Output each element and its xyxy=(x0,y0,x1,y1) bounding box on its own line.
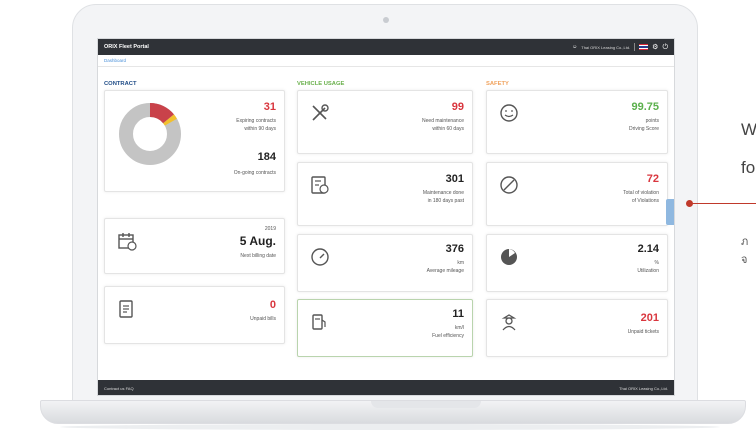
next-billing-date: 5 Aug. xyxy=(239,234,276,248)
top-bar: ORIX Fleet Portal ☺ Thai ORIX Leasing Co… xyxy=(98,39,674,55)
topbar-actions: ☺ Thai ORIX Leasing Co.,Ltd. ⚙ ⏻ xyxy=(572,43,668,51)
ongoing-contracts-label: On-going contracts xyxy=(233,170,276,176)
promo-text-3: ภ xyxy=(741,236,749,248)
unpaid-tickets-card[interactable]: 201 Unpaid tickets xyxy=(486,299,668,357)
callout-line xyxy=(690,203,756,204)
violations-label: Total of violation of Violations xyxy=(623,190,659,204)
prohibited-icon xyxy=(500,176,518,194)
driving-score-value: 99.75 xyxy=(631,101,659,113)
fuel-efficiency-card[interactable]: 11 km/l Fuel efficiency xyxy=(297,299,473,357)
next-billing-label: Next billing date xyxy=(240,253,276,259)
maintenance-needed-card[interactable]: 99 Need maintenance within 60 days xyxy=(297,90,473,154)
breadcrumb[interactable]: Dashboard xyxy=(98,55,674,67)
wrench-screwdriver-icon xyxy=(312,104,329,121)
expiring-contracts-value: 31 xyxy=(263,101,276,113)
contract-donut-chart xyxy=(119,103,181,165)
utilization-card[interactable]: 2.14 % Utilization xyxy=(486,234,668,292)
violations-card[interactable]: 72 Total of violation of Violations xyxy=(486,162,668,226)
promo-text-2: fo xyxy=(741,158,756,177)
footer: Contract us FAQ Thai ORIX Leasing Co.,Lt… xyxy=(98,380,674,395)
language-flag-icon[interactable] xyxy=(639,44,649,50)
unpaid-tickets-label: Unpaid tickets xyxy=(627,329,659,335)
section-contract: CONTRACT xyxy=(104,81,137,87)
unpaid-tickets-value: 201 xyxy=(640,312,659,324)
footer-links[interactable]: Contract us FAQ xyxy=(104,386,134,391)
maintenance-needed-label: Need maintenance within 60 days xyxy=(422,118,464,132)
billing-year: 2019 xyxy=(264,226,276,232)
driving-score-card[interactable]: 99.75 points Driving Score xyxy=(486,90,668,154)
section-safety: SAFETY xyxy=(486,81,509,87)
camera-icon xyxy=(383,17,389,23)
expiring-contracts-label: Expiring contracts within 90 days xyxy=(236,118,276,132)
ongoing-contracts-value: 184 xyxy=(257,151,276,163)
mileage-card[interactable]: 376 km Average mileage xyxy=(297,234,473,292)
fuel-pump-icon xyxy=(312,314,326,330)
average-mileage-value: 376 xyxy=(445,243,464,255)
average-mileage-label: km Average mileage xyxy=(426,260,464,274)
checklist-clock-icon xyxy=(311,176,329,194)
app-title: ORIX Fleet Portal xyxy=(104,44,149,50)
unpaid-bills-card[interactable]: 0 Unpaid bills xyxy=(104,286,285,344)
section-vehicle-usage: VEHICLE USAGE xyxy=(297,81,345,87)
power-icon[interactable]: ⏻ xyxy=(662,44,668,51)
bill-document-icon xyxy=(119,300,133,318)
fuel-efficiency-label: km/l Fuel efficiency xyxy=(432,325,464,339)
utilization-value: 2.14 xyxy=(637,243,659,255)
laptop-shadow xyxy=(60,424,720,430)
side-tab-button[interactable] xyxy=(666,199,674,225)
speedometer-icon xyxy=(311,248,329,266)
violations-value: 72 xyxy=(646,173,659,185)
fuel-efficiency-value: 11 xyxy=(452,308,464,320)
maintenance-done-value: 301 xyxy=(445,173,464,185)
smiley-face-icon xyxy=(500,104,518,122)
contract-summary-card[interactable]: 31 Expiring contracts within 90 days 184… xyxy=(104,90,285,192)
screen: ORIX Fleet Portal ☺ Thai ORIX Leasing Co… xyxy=(97,38,675,396)
maintenance-done-card[interactable]: 301 Maintenance done in 180 days past xyxy=(297,162,473,226)
laptop-notch xyxy=(371,401,481,408)
divider xyxy=(634,43,636,51)
maintenance-done-label: Maintenance done in 180 days past xyxy=(422,190,464,204)
driving-score-label: points Driving Score xyxy=(628,118,659,132)
user-icon[interactable]: ☺ xyxy=(572,44,577,51)
promo-text-4: จ xyxy=(741,254,748,266)
promo-text-1: W xyxy=(741,120,756,139)
police-officer-icon xyxy=(501,314,517,331)
footer-copyright: Thai ORIX Leasing Co.,Ltd. xyxy=(619,386,668,391)
calendar-money-icon xyxy=(118,233,137,251)
laptop-base xyxy=(40,400,746,424)
company-name: Thai ORIX Leasing Co.,Ltd. xyxy=(581,44,631,50)
utilization-label: % Utilization xyxy=(637,260,659,274)
unpaid-bills-value: 0 xyxy=(269,299,276,311)
maintenance-needed-value: 99 xyxy=(451,101,464,113)
gear-icon[interactable]: ⚙ xyxy=(652,44,658,51)
pie-clock-icon xyxy=(501,249,517,265)
unpaid-bills-label: Unpaid bills xyxy=(250,316,276,322)
billing-card[interactable]: 2019 5 Aug. Next billing date xyxy=(104,218,285,274)
